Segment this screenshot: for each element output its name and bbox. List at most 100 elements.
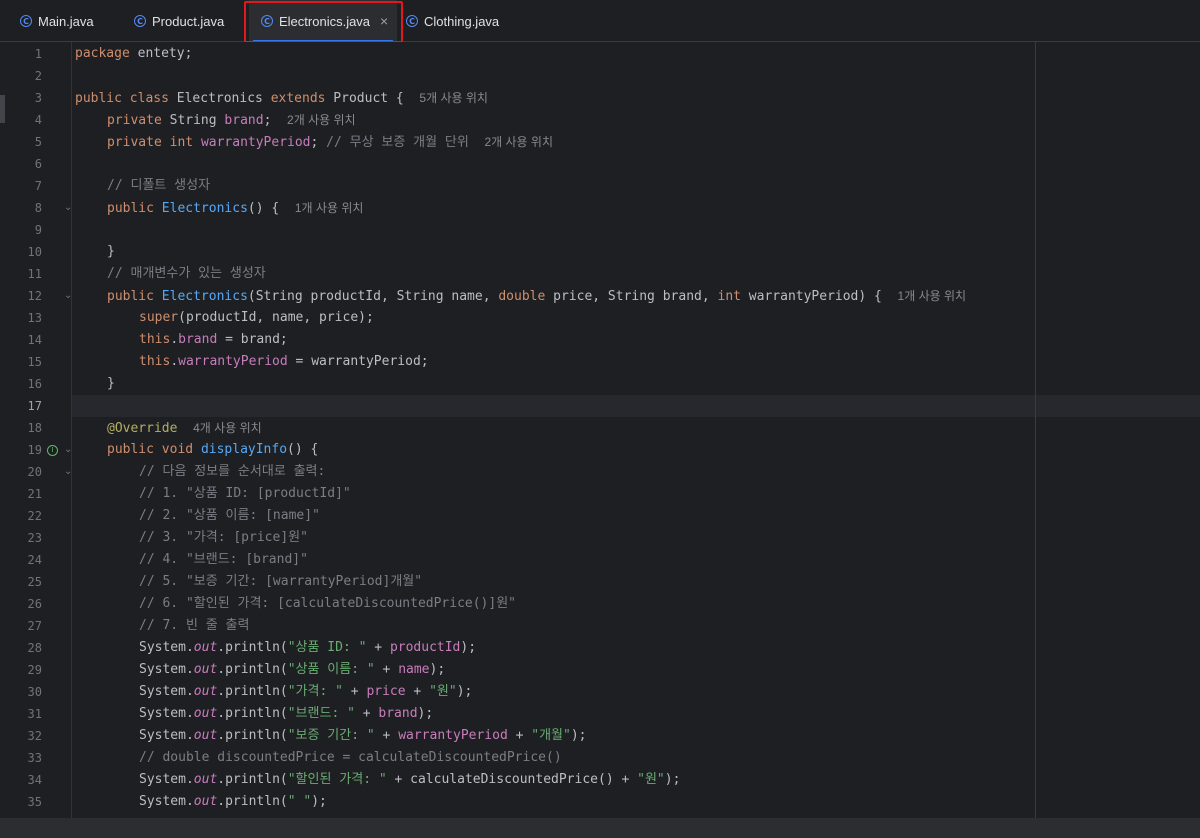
code-line[interactable]: this.warrantyPeriod = warrantyPeriod; <box>72 351 1200 373</box>
keyword: super <box>139 310 179 325</box>
code-line-current[interactable] <box>72 395 1200 417</box>
line-number: 24 <box>27 553 42 567</box>
line-number: 20 <box>27 465 42 479</box>
tab-clothing-java[interactable]: C Clothing.java <box>400 0 510 42</box>
usages-hint[interactable]: 1개 사용 위치 <box>295 201 364 215</box>
editor-tab-bar: C Main.java C Product.java C Electronics… <box>0 0 1200 42</box>
line-number: 16 <box>27 377 42 391</box>
tool-strip-marker <box>0 95 5 123</box>
code-line[interactable]: // 5. "보증 기간: [warrantyPeriod]개월" <box>72 571 1200 593</box>
comment: // 다음 정보를 순서대로 출력: <box>139 464 326 479</box>
java-class-icon: C <box>261 15 273 27</box>
tab-product-java[interactable]: C Product.java <box>128 0 238 42</box>
usages-hint[interactable]: 5개 사용 위치 <box>419 91 488 105</box>
code-line[interactable]: private String brand; 2개 사용 위치 <box>72 109 1200 131</box>
code-text: price, String brand, <box>545 289 718 304</box>
code-line[interactable]: // 4. "브랜드: [brand]" <box>72 549 1200 571</box>
code-line[interactable] <box>72 65 1200 87</box>
code-line[interactable]: public void displayInfo() { <box>72 439 1200 461</box>
code-line[interactable]: // 3. "가격: [price]원" <box>72 527 1200 549</box>
line-number: 19 <box>27 443 42 457</box>
code-text: .println( <box>217 728 288 743</box>
code-line[interactable]: // 디폴트 생성자 <box>72 175 1200 197</box>
line-number-gutter[interactable]: 1 2 3 4 5 6 7 8 ⌄ 9 10 11 12 ⌄ 13 14 15 … <box>6 42 72 818</box>
overrides-method-icon[interactable]: I <box>47 439 58 461</box>
code-text: (productId, name, price); <box>178 310 374 325</box>
code-editor[interactable]: package entety; public class Electronics… <box>72 42 1200 818</box>
code-text: ); <box>417 706 434 721</box>
code-line[interactable]: this.brand = brand; <box>72 329 1200 351</box>
usages-hint[interactable]: 2개 사용 위치 <box>484 135 553 149</box>
line-number: 14 <box>27 333 42 347</box>
code-line[interactable]: public Electronics() { 1개 사용 위치 <box>72 197 1200 219</box>
code-text: } <box>107 244 115 259</box>
code-line[interactable]: // double discountedPrice = calculateDis… <box>72 747 1200 769</box>
code-text: ; <box>310 135 327 150</box>
code-text: ); <box>456 684 473 699</box>
string-literal: "보증 기간: " <box>287 728 375 743</box>
string-literal: "가격: " <box>287 684 343 699</box>
code-text: ); <box>311 794 327 809</box>
line-number: 1 <box>34 47 42 61</box>
code-text: + <box>366 640 390 655</box>
code-line[interactable] <box>72 153 1200 175</box>
code-line[interactable]: public class Electronics extends Product… <box>72 87 1200 109</box>
code-line[interactable]: // 1. "상품 ID: [productId]" <box>72 483 1200 505</box>
static-field: out <box>193 706 218 721</box>
code-line[interactable]: System.out.println("보증 기간: " + warrantyP… <box>72 725 1200 747</box>
field-name: brand <box>178 332 218 347</box>
comment: // 디폴트 생성자 <box>107 178 211 193</box>
code-line[interactable]: private int warrantyPeriod; // 무상 보증 개월 … <box>72 131 1200 153</box>
line-number: 30 <box>27 685 42 699</box>
code-line[interactable]: System.out.println("가격: " + price + "원")… <box>72 681 1200 703</box>
code-line[interactable]: System.out.println("할인된 가격: " + calculat… <box>72 769 1200 791</box>
keyword: class <box>129 91 169 106</box>
line-number: 23 <box>27 531 42 545</box>
code-text: } <box>107 376 115 391</box>
line-number: 22 <box>27 509 42 523</box>
code-line[interactable]: @Override 4개 사용 위치 <box>72 417 1200 439</box>
tab-label: Product.java <box>152 13 225 29</box>
field-name: productId <box>389 640 461 655</box>
code-line[interactable]: // 매개변수가 있는 생성자 <box>72 263 1200 285</box>
code-line[interactable]: // 2. "상품 이름: [name]" <box>72 505 1200 527</box>
code-line[interactable]: // 7. 빈 줄 출력 <box>72 615 1200 637</box>
usages-hint[interactable]: 4개 사용 위치 <box>193 421 262 435</box>
code-text: System. <box>139 794 194 809</box>
close-icon[interactable]: × <box>380 13 388 29</box>
annotation: @Override <box>107 421 178 436</box>
implements-icon: I <box>47 444 58 456</box>
usages-hint[interactable]: 2개 사용 위치 <box>287 113 356 127</box>
code-text: .println( <box>217 706 288 721</box>
code-text: ); <box>570 728 587 743</box>
line-number: 9 <box>34 223 42 237</box>
code-line[interactable]: // 다음 정보를 순서대로 출력: <box>72 461 1200 483</box>
code-text: .println( <box>217 662 288 677</box>
code-line[interactable]: super(productId, name, price); <box>72 307 1200 329</box>
code-line[interactable]: System.out.println(" "); <box>72 791 1200 813</box>
comment: // 무상 보증 개월 단위 <box>326 135 469 150</box>
bottom-status-bar <box>0 818 1200 838</box>
tab-main-java[interactable]: C Main.java <box>14 0 114 42</box>
code-line[interactable] <box>72 219 1200 241</box>
code-text: ); <box>460 640 477 655</box>
comment: // 3. "가격: [price]원" <box>139 530 308 545</box>
code-text: System. <box>139 706 194 721</box>
code-line[interactable]: public Electronics(String productId, Str… <box>72 285 1200 307</box>
code-text: + <box>342 684 367 699</box>
keyword: public <box>107 289 154 304</box>
tab-electronics-java[interactable]: C Electronics.java × <box>249 0 397 42</box>
line-number: 5 <box>34 135 42 149</box>
code-line[interactable]: System.out.println("상품 ID: " + productId… <box>72 637 1200 659</box>
keyword: this <box>139 332 171 347</box>
code-line[interactable]: System.out.println("브랜드: " + brand); <box>72 703 1200 725</box>
code-line[interactable]: package entety; <box>72 43 1200 65</box>
method-name: Electronics <box>161 289 248 304</box>
field-name: brand <box>224 113 264 128</box>
code-text: String <box>161 113 225 128</box>
code-line[interactable]: // 6. "할인된 가격: [calculateDiscountedPrice… <box>72 593 1200 615</box>
code-line[interactable]: System.out.println("상품 이름: " + name); <box>72 659 1200 681</box>
code-line[interactable]: } <box>72 241 1200 263</box>
code-line[interactable]: } <box>72 373 1200 395</box>
usages-hint[interactable]: 1개 사용 위치 <box>898 289 967 303</box>
